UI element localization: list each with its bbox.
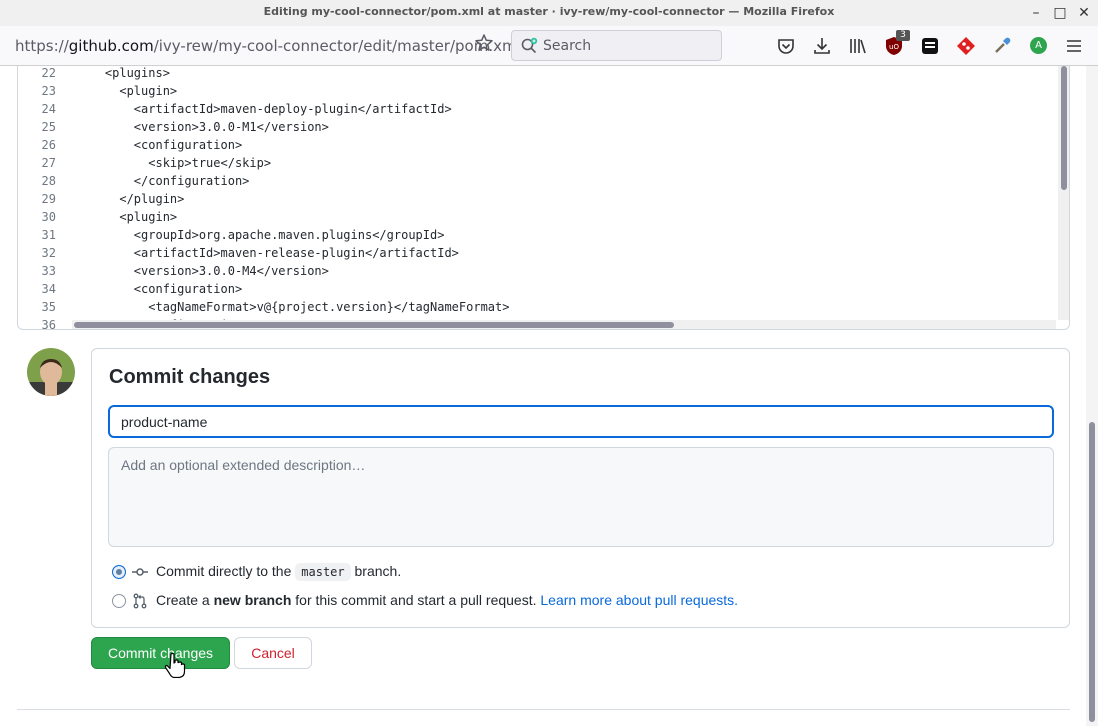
commit-direct-text-after: branch. xyxy=(354,563,402,579)
editor-horizontal-scrollbar[interactable] xyxy=(72,320,1056,329)
line-number: 33 xyxy=(41,264,56,278)
line-number: 32 xyxy=(41,246,56,260)
editor-horizontal-scroll-thumb[interactable] xyxy=(74,322,674,328)
page-vertical-scroll-thumb[interactable] xyxy=(1089,422,1095,722)
editor-vertical-scrollbar[interactable] xyxy=(1058,66,1069,320)
line-code[interactable]: <tagNameFormat>v@{project.version}</tagN… xyxy=(76,298,509,316)
line-code[interactable]: <plugin> xyxy=(76,208,177,226)
line-number: 28 xyxy=(41,174,56,188)
svg-text:uO: uO xyxy=(889,43,899,51)
bookmark-star-icon[interactable] xyxy=(473,32,495,54)
search-placeholder: Search xyxy=(543,38,592,54)
commit-new-branch-label: Create a new branch for this commit and … xyxy=(156,592,738,608)
line-code[interactable]: <skip>true</skip> xyxy=(76,154,271,172)
url-text[interactable]: https://github.com/ivy-rew/my-cool-conne… xyxy=(15,37,521,55)
code-line[interactable]: 32 <artifactId>maven-release-plugin</art… xyxy=(18,244,1058,262)
downloads-icon[interactable] xyxy=(811,35,833,57)
library-icon[interactable] xyxy=(847,35,869,57)
commit-changes-button[interactable]: Commit changes xyxy=(91,637,230,669)
page-vertical-scrollbar[interactable] xyxy=(1086,66,1098,726)
commit-direct-text-before: Commit directly to the xyxy=(156,563,292,579)
code-line[interactable]: 35 <tagNameFormat>v@{project.version}</t… xyxy=(18,298,1058,316)
line-code[interactable]: <artifactId>maven-release-plugin</artifa… xyxy=(76,244,459,262)
divider xyxy=(17,709,1070,710)
code-line[interactable]: 24 <artifactId>maven-deploy-plugin</arti… xyxy=(18,100,1058,118)
code-line[interactable]: 33 <version>3.0.0-M4</version> xyxy=(18,262,1058,280)
search-box[interactable]: Search xyxy=(511,30,722,61)
cancel-button[interactable]: Cancel xyxy=(234,637,312,669)
code-line[interactable]: 27 <skip>true</skip> xyxy=(18,154,1058,172)
commit-heading: Commit changes xyxy=(109,366,271,388)
browser-toolbar: https://github.com/ivy-rew/my-cool-conne… xyxy=(0,26,1098,66)
code-line[interactable]: 22 <plugins> xyxy=(18,66,1058,82)
line-code[interactable]: <groupId>org.apache.maven.plugins</group… xyxy=(76,226,445,244)
line-number: 31 xyxy=(41,228,56,242)
commit-direct-label: Commit directly to the master branch. xyxy=(156,563,402,581)
notes-extension-icon[interactable] xyxy=(919,35,941,57)
commit-description-input[interactable] xyxy=(108,447,1054,547)
menu-icon[interactable] xyxy=(1063,35,1085,57)
url-prefix: https:// xyxy=(15,37,69,55)
line-number: 25 xyxy=(41,120,56,134)
line-number: 26 xyxy=(41,138,56,152)
code-lines: 22 <plugins> 23 <plugin> 24 <artifactId>ma… xyxy=(18,66,1058,330)
line-number: 27 xyxy=(41,156,56,170)
commit-new-branch-radio[interactable] xyxy=(112,594,126,608)
code-line[interactable]: 26 <configuration> xyxy=(18,136,1058,154)
code-line[interactable]: 30 <plugin> xyxy=(18,208,1058,226)
pocket-icon[interactable] xyxy=(775,35,797,57)
url-path: /ivy-rew/my-cool-connector/edit/master/p… xyxy=(153,37,521,55)
avatar xyxy=(27,348,75,396)
code-line[interactable]: 31 <groupId>org.apache.maven.plugins</gr… xyxy=(18,226,1058,244)
window-title: Editing my-cool-connector/pom.xml at mas… xyxy=(263,5,835,18)
line-number: 22 xyxy=(41,66,56,80)
line-number: 23 xyxy=(41,84,56,98)
commit-direct-radio[interactable] xyxy=(112,565,126,579)
line-number: 24 xyxy=(41,102,56,116)
window-titlebar: Editing my-cool-connector/pom.xml at mas… xyxy=(0,0,1098,26)
code-line[interactable]: 23 <plugin> xyxy=(18,82,1058,100)
page-content: 22 <plugins> 23 <plugin> 24 <artifactId>ma… xyxy=(0,66,1098,726)
color-picker-icon[interactable] xyxy=(991,35,1013,57)
commit-form: Commit changes Commit directly to the ma… xyxy=(91,348,1070,628)
line-number: 29 xyxy=(41,192,56,206)
code-line[interactable]: 29 </plugin> xyxy=(18,190,1058,208)
commit-summary-input[interactable] xyxy=(108,405,1054,438)
line-code[interactable]: <configuration> xyxy=(76,280,242,298)
code-line[interactable]: 25 <version>3.0.0-M1</version> xyxy=(18,118,1058,136)
line-code[interactable]: </configuration> xyxy=(76,172,250,190)
line-code[interactable]: <version>3.0.0-M1</version> xyxy=(76,118,329,136)
line-number: 34 xyxy=(41,282,56,296)
search-icon xyxy=(521,37,538,54)
line-number: 30 xyxy=(41,210,56,224)
profile-avatar[interactable]: A xyxy=(1030,37,1047,54)
line-code[interactable]: <plugin> xyxy=(76,82,177,100)
ublock-badge: 3 xyxy=(896,30,910,41)
maximize-button[interactable]: □ xyxy=(1050,4,1070,22)
minimize-button[interactable]: – xyxy=(1026,4,1046,22)
line-code[interactable]: </plugin> xyxy=(76,190,184,208)
hand-cursor-icon xyxy=(164,652,186,678)
line-code[interactable]: <version>3.0.0-M4</version> xyxy=(76,262,329,280)
code-line[interactable]: 34 <configuration> xyxy=(18,280,1058,298)
git-commit-icon xyxy=(132,568,148,576)
line-number: 36 xyxy=(41,318,56,330)
editor-vertical-scroll-thumb[interactable] xyxy=(1061,66,1067,190)
code-editor[interactable]: 22 <plugins> 23 <plugin> 24 <artifactId>ma… xyxy=(17,66,1070,330)
learn-more-pull-requests-link[interactable]: Learn more about pull requests. xyxy=(540,592,738,608)
new-branch-text-after: for this commit and start a pull request… xyxy=(295,592,537,608)
line-code[interactable]: <artifactId>maven-deploy-plugin</artifac… xyxy=(76,100,452,118)
line-number: 35 xyxy=(41,300,56,314)
git-extension-icon[interactable] xyxy=(955,35,977,57)
code-line[interactable]: 28 </configuration> xyxy=(18,172,1058,190)
address-bar[interactable]: https://github.com/ivy-rew/my-cool-conne… xyxy=(0,30,521,61)
new-branch-text-before: Create a xyxy=(156,592,210,608)
new-branch-bold: new branch xyxy=(213,592,292,608)
branch-name: master xyxy=(295,563,351,581)
url-host: github.com xyxy=(68,37,154,55)
line-code[interactable]: <configuration> xyxy=(76,136,242,154)
git-pull-request-icon xyxy=(133,593,147,609)
close-button[interactable]: ✕ xyxy=(1074,4,1094,22)
line-code[interactable]: <plugins> xyxy=(76,66,170,82)
